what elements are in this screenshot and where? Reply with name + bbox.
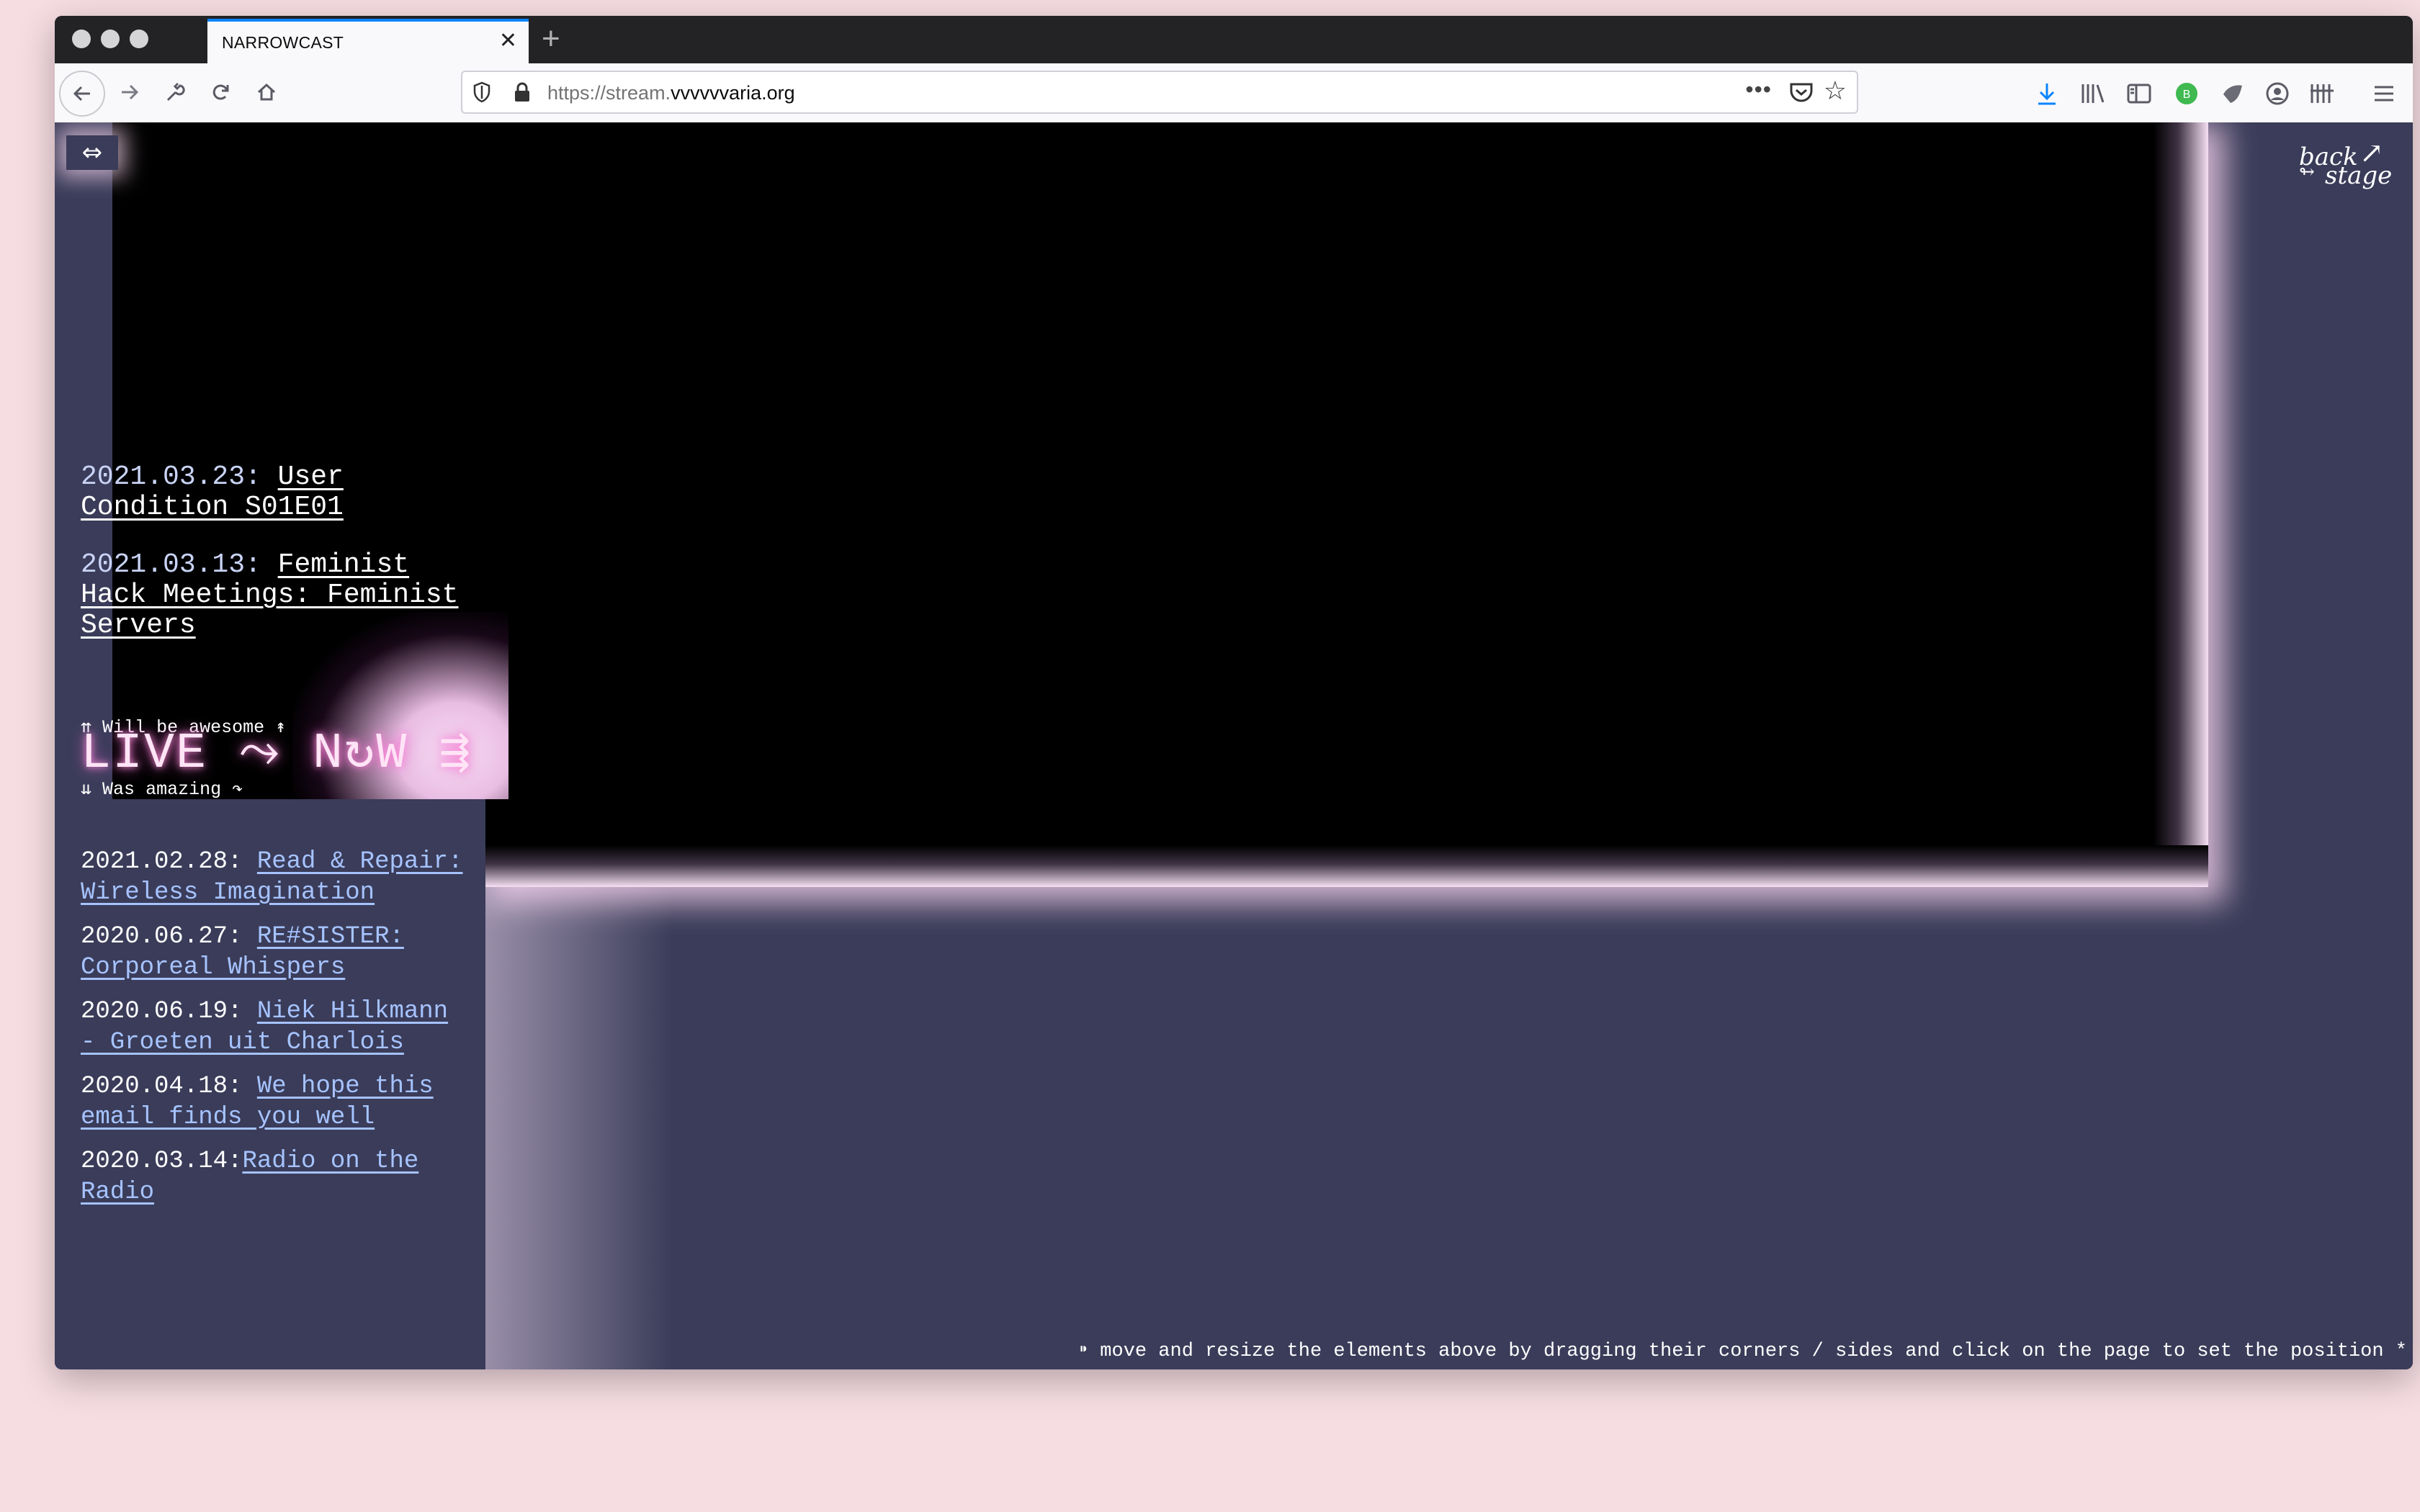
live-now-title: LIVE ⤳ N↻W ⇶	[81, 726, 472, 783]
layout-hint-text: ⁍ move and resize the elements above by …	[1078, 1341, 2407, 1362]
page-actions-icon[interactable]: •••	[1745, 76, 1772, 103]
lock-icon[interactable]	[513, 81, 532, 103]
back-button[interactable]	[59, 71, 105, 117]
bookmark-star-icon[interactable]: ☆	[1824, 78, 1847, 104]
download-arrow-icon	[2038, 84, 2056, 105]
curly-arrow-icon: ↬	[2299, 161, 2315, 183]
event-date: 2021.03.13:	[81, 549, 261, 580]
past-event: 2020.04.18: We hope this email finds you…	[81, 1071, 470, 1133]
video-resize-handle-bottom[interactable]	[485, 845, 2208, 887]
schedule-sidebar: ⇔ 2021.03.23: User Condition S01E01 2021…	[55, 122, 508, 1369]
upcoming-event: 2021.03.23: User Condition S01E01	[81, 462, 484, 523]
bars-icon	[2311, 84, 2334, 103]
event-date: 2020.06.27:	[81, 923, 243, 950]
extension-shield-icon[interactable]	[2218, 79, 2247, 108]
svg-text:B: B	[2183, 89, 2191, 101]
video-frame	[485, 122, 2154, 845]
video-resize-handle-right[interactable]	[2154, 122, 2208, 887]
event-date: 2020.04.18:	[81, 1073, 243, 1100]
url-domain: vvvvvvaria.org	[671, 82, 795, 104]
backstage-link[interactable]: back ↗ ↬ stage	[2299, 137, 2400, 200]
devtools-button[interactable]	[154, 72, 194, 112]
sidebar-panel-icon	[2127, 84, 2151, 104]
url-prefix: https://stream.	[547, 82, 671, 104]
url-bar[interactable]: https://stream.vvvvvvaria.org ••• ☆	[461, 71, 1858, 114]
browser-window: NARROWCAST ✕ + https://stream.vvvvvvaria…	[55, 16, 2413, 1369]
event-date: 2020.03.14:	[81, 1148, 243, 1175]
home-button[interactable]	[246, 72, 287, 112]
green-badge-icon: B	[2176, 83, 2197, 104]
window-maximize-button[interactable]	[130, 30, 148, 48]
sidebar-icon[interactable]	[2125, 79, 2154, 108]
arrow-left-icon	[73, 86, 90, 102]
pocket-icon[interactable]	[1789, 81, 1814, 103]
hamburger-icon	[2375, 86, 2393, 102]
url-text[interactable]: https://stream.vvvvvvaria.org	[547, 82, 795, 104]
account-icon[interactable]	[2263, 79, 2292, 108]
home-icon	[257, 83, 276, 101]
shield-icon[interactable]	[472, 81, 491, 103]
arrow-right-icon	[122, 84, 139, 100]
user-circle-icon	[2266, 82, 2289, 105]
tab-title: NARROWCAST	[222, 33, 344, 52]
past-event: 2021.02.28: Read & Repair: Wireless Imag…	[81, 847, 470, 909]
past-event: 2020.03.14:Radio on the Radio	[81, 1146, 470, 1208]
wrench-icon	[166, 82, 185, 102]
event-date: 2020.06.19:	[81, 998, 243, 1025]
extension-bars-icon[interactable]	[2308, 79, 2336, 108]
library-icon[interactable]	[2079, 79, 2107, 108]
leaf-icon	[2223, 85, 2242, 103]
extension-b-icon[interactable]: B	[2172, 79, 2201, 108]
title-bar: NARROWCAST ✕ +	[55, 16, 2413, 63]
past-hint: ⇊ Was amazing ↷	[81, 779, 243, 800]
new-tab-button[interactable]: +	[542, 23, 560, 55]
reload-button[interactable]	[200, 72, 241, 112]
reload-icon	[212, 84, 229, 100]
past-event: 2020.06.19: Niek Hilkmann - Groeten uit …	[81, 996, 470, 1058]
menu-icon[interactable]	[2370, 79, 2398, 108]
upcoming-event: 2021.03.13: Feminist Hack Meetings: Femi…	[81, 550, 484, 641]
download-icon[interactable]	[2033, 79, 2061, 108]
window-close-button[interactable]	[72, 30, 91, 48]
navigation-toolbar: https://stream.vvvvvvaria.org ••• ☆ B	[55, 63, 2413, 124]
video-player[interactable]	[485, 122, 2208, 887]
forward-button[interactable]	[109, 72, 150, 112]
toggle-layout-button[interactable]: ⇔	[66, 135, 118, 170]
event-date: 2021.03.23:	[81, 462, 261, 492]
window-minimize-button[interactable]	[101, 30, 120, 48]
tab-close-icon[interactable]: ✕	[499, 30, 517, 52]
past-event: 2020.06.27: RE#SISTER: Corporeal Whisper…	[81, 922, 470, 984]
page-content: ⇔ 2021.03.23: User Condition S01E01 2021…	[55, 122, 2413, 1369]
event-date: 2021.02.28:	[81, 848, 243, 876]
library-shelves-icon	[2081, 84, 2105, 103]
backstage-word-stage: stage	[2325, 161, 2393, 190]
browser-tab[interactable]: NARROWCAST ✕	[207, 19, 529, 63]
